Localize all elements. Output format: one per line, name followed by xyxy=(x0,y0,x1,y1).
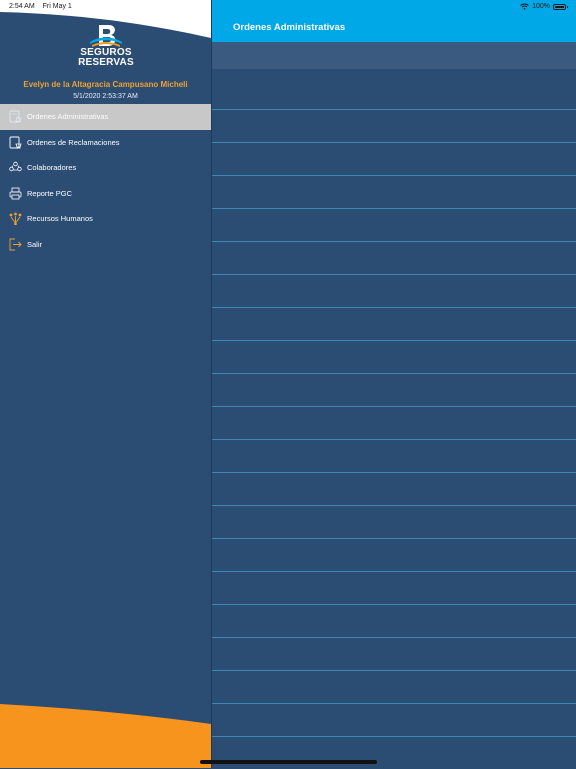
sidebar-item-label: Ordenes Administrativas xyxy=(27,112,109,122)
sidebar-item-label: Recursos Humanos xyxy=(27,214,93,224)
sidebar-item-label: Colaboradores xyxy=(27,163,77,173)
brand-line-2: RESERVAS xyxy=(78,57,134,68)
list-item[interactable] xyxy=(212,505,576,538)
sidebar-item-recursos-humanos[interactable]: Recursos Humanos xyxy=(0,206,211,232)
main-panel: Ordenes Administrativas xyxy=(212,0,576,768)
list-item[interactable] xyxy=(212,703,576,736)
list-item[interactable] xyxy=(212,340,576,373)
battery-icon xyxy=(553,3,568,10)
list-item[interactable] xyxy=(212,142,576,175)
list-item[interactable] xyxy=(212,175,576,208)
orders-list xyxy=(212,109,576,769)
list-item[interactable] xyxy=(212,472,576,505)
user-name: Evelyn de la Altagracia Campusano Michel… xyxy=(23,80,188,89)
list-item[interactable] xyxy=(212,373,576,406)
sidebar-item-label: Salir xyxy=(27,239,43,249)
list-header-strip xyxy=(212,42,576,69)
claims-orders-icon xyxy=(8,135,23,150)
collaborators-icon xyxy=(8,160,23,175)
battery-percent: 100% xyxy=(532,3,550,10)
bottom-wave-decoration xyxy=(0,704,211,768)
list-item[interactable] xyxy=(212,307,576,340)
logo-mark-icon xyxy=(90,25,122,47)
user-login-timestamp: 5/1/2020 2:53:37 AM xyxy=(73,93,138,100)
seguros-reservas-logo: SEGUROS RESERVAS xyxy=(73,24,139,72)
status-date: Fri May 1 xyxy=(42,3,72,10)
list-item[interactable] xyxy=(212,406,576,439)
sidebar-item-ordenes-administrativas[interactable]: Ordenes Administrativas xyxy=(0,104,211,130)
page-title: Ordenes Administrativas xyxy=(233,22,346,33)
sidebar-item-reporte-pgc[interactable]: Reporte PGC xyxy=(0,181,211,207)
list-item[interactable] xyxy=(212,109,576,142)
list-item[interactable] xyxy=(212,637,576,670)
status-bar: 2:54 AM Fri May 1 100% xyxy=(0,0,576,13)
logout-icon xyxy=(8,237,23,252)
human-resources-icon xyxy=(8,211,23,226)
list-item[interactable] xyxy=(212,604,576,637)
list-item[interactable] xyxy=(212,439,576,472)
status-time: 2:54 AM xyxy=(9,3,35,10)
sidebar: SEGUROS RESERVAS Evelyn de la Altagracia… xyxy=(0,0,211,768)
list-item[interactable] xyxy=(212,274,576,307)
status-left: 2:54 AM Fri May 1 xyxy=(9,3,78,10)
list-item[interactable] xyxy=(212,538,576,571)
home-indicator[interactable] xyxy=(200,760,377,764)
list-item[interactable] xyxy=(212,670,576,703)
list-item[interactable] xyxy=(212,571,576,604)
sidebar-menu: Ordenes Administrativas Ordenes de Recla… xyxy=(0,104,211,257)
sidebar-item-ordenes-de-reclamaciones[interactable]: Ordenes de Reclamaciones xyxy=(0,130,211,156)
sidebar-item-label: Ordenes de Reclamaciones xyxy=(27,137,120,147)
list-item[interactable] xyxy=(212,208,576,241)
list-item[interactable] xyxy=(212,241,576,274)
sidebar-item-salir[interactable]: Salir xyxy=(0,232,211,258)
sidebar-item-label: Reporte PGC xyxy=(27,188,73,198)
list-item[interactable] xyxy=(212,736,576,769)
wifi-icon xyxy=(520,3,529,10)
sidebar-item-colaboradores[interactable]: Colaboradores xyxy=(0,155,211,181)
printer-icon xyxy=(8,186,23,201)
status-right: 100% xyxy=(520,3,568,10)
admin-orders-icon xyxy=(8,109,23,124)
